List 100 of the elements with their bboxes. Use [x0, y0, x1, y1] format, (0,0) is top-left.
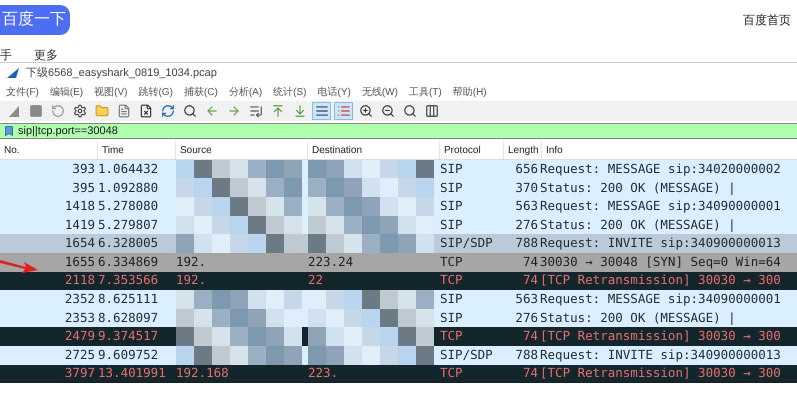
packet-row[interactable]: 3797 13.401991 192.168 223. TCP 74 [TCP Retransmission] 30030 → 300: [0, 364, 797, 384]
restart-icon: [50, 104, 64, 118]
table-cell: 74: [522, 328, 538, 344]
table-cell-text: Status: 200 OK (MESSAGE) |: [540, 308, 736, 327]
packet-row[interactable]: 1654 6.328005 SIP/SDP 788 Request: INVITE sip:340900000013: [0, 234, 797, 253]
packet-row[interactable]: 2479 9.374517 TCP 74 [TCP Retransmission] 30030 → 300: [0, 327, 797, 346]
right-arrow-icon: [226, 104, 240, 118]
list-icon: [336, 104, 350, 118]
lines-icon: [314, 104, 328, 118]
table-cell-text: 30030 → 30048 [SYN] Seq=0 Win=64: [540, 252, 781, 271]
table-cell: 395: [72, 180, 95, 195]
table-cell-text: 192.: [176, 271, 206, 290]
table-cell: 1419: [64, 216, 95, 232]
table-cell-text: [TCP Retransmission] 30030 → 300: [540, 327, 781, 346]
table-cell-text: Status: 200 OK (MESSAGE) |: [540, 178, 736, 197]
table-cell: SIP/SDP: [440, 346, 493, 362]
table-cell: 393: [72, 160, 95, 176]
table-cell: 74: [522, 272, 538, 288]
table-cell-text: Request: MESSAGE sip:34090000001: [540, 197, 781, 216]
table-cell: 5.278080: [98, 198, 158, 214]
column-header[interactable]: No.: [0, 141, 98, 159]
shark-fin-icon: [6, 67, 20, 79]
toolbar-button[interactable]: [312, 102, 331, 120]
search-icon: [182, 104, 196, 118]
table-cell: SIP: [440, 198, 463, 214]
packet-row[interactable]: 2352 8.625111 SIP 563 Request: MESSAGE sip:34090000001: [0, 290, 797, 309]
home-link[interactable]: 百度首页: [743, 11, 791, 29]
menu-item[interactable]: 跳转(G): [138, 84, 173, 100]
bookmark-icon: [3, 125, 15, 137]
column-header[interactable]: Destination: [308, 141, 440, 159]
menu-item[interactable]: 视图(V): [94, 84, 128, 100]
column-header[interactable]: Source: [176, 141, 308, 159]
left-arrow-icon: [204, 104, 218, 118]
table-cell: TCP: [440, 365, 463, 380]
packet-row[interactable]: 1419 5.279807 SIP 276 Status: 200 OK (MESSAGE) |: [0, 216, 797, 234]
table-cell: 1.064432: [98, 160, 158, 176]
arrow-down-icon: [292, 104, 306, 118]
table-cell-text: Request: MESSAGE sip:34020000002: [540, 160, 781, 178]
columns-icon: [424, 104, 438, 118]
table-cell: 2118: [64, 272, 95, 288]
menu-item[interactable]: 帮助(H): [452, 84, 487, 100]
table-cell-text: Status: 200 OK (MESSAGE) |: [540, 216, 736, 234]
menu-item[interactable]: 统计(S): [273, 84, 306, 100]
close-file-icon: [138, 104, 152, 118]
table-cell: SIP: [440, 291, 463, 306]
table-cell: 1.092880: [98, 180, 158, 195]
zoom-in-icon: [358, 104, 372, 118]
menu-item[interactable]: 文件(F): [6, 84, 39, 100]
menu-item[interactable]: 编辑(E): [50, 84, 84, 100]
packet-row[interactable]: 1655 6.334869 192. 223.24 TCP 74 30030 → 30048 [SYN] Seq=0 Win=64: [0, 252, 797, 272]
packet-row[interactable]: 2725 9.609752 SIP/SDP 788 Request: INVITE sip:340900000013: [0, 346, 797, 365]
table-cell: TCP: [440, 254, 463, 269]
table-cell: SIP: [440, 180, 463, 195]
magnifier-icon: [402, 104, 416, 118]
table-cell-text: 223.24: [308, 252, 354, 271]
column-header[interactable]: Length: [504, 141, 542, 159]
arrow-icon: [0, 258, 40, 274]
menu-item[interactable]: 分析(A): [228, 84, 262, 100]
table-cell: TCP: [440, 328, 463, 344]
settings-icon: [72, 104, 86, 118]
table-cell: 7.353566: [98, 272, 158, 288]
column-header[interactable]: Info: [542, 141, 797, 159]
list-end-icon: [248, 104, 262, 118]
menu-item[interactable]: 工具(T): [408, 84, 442, 100]
shark-fin-icon: [6, 104, 20, 118]
packet-row[interactable]: 395 1.092880 SIP 370 Status: 200 OK (MESSAGE) |: [0, 178, 797, 198]
table-cell-text: 22: [308, 271, 324, 290]
table-cell-text: [TCP Retransmission] 30030 → 300: [540, 271, 781, 290]
menu-item[interactable]: 电话(Y): [318, 84, 351, 100]
table-cell: 13.401991: [98, 365, 166, 380]
search-button[interactable]: 百度一下: [0, 5, 70, 35]
menu-item[interactable]: 捕获(C): [184, 84, 218, 100]
filter-field[interactable]: sip||tcp.port==30048: [0, 123, 797, 139]
table-cell: 2479: [64, 328, 95, 344]
menu-item[interactable]: 无线(W): [362, 84, 398, 100]
window-title: 下级6568_easyshark_0819_1034.pcap: [26, 66, 217, 81]
table-cell-text: Request: MESSAGE sip:34090000001: [540, 290, 781, 308]
zoom-out-icon: [380, 104, 394, 118]
table-cell: 1655: [64, 254, 95, 269]
table-cell-text: 223.: [308, 364, 338, 382]
table-cell: 2352: [64, 291, 95, 306]
table-cell: 276: [515, 216, 538, 232]
nav-link[interactable]: 手: [0, 46, 12, 64]
packet-row[interactable]: 2353 8.628097 SIP 276 Status: 200 OK (MESSAGE) |: [0, 308, 797, 328]
nav-link[interactable]: 更多: [34, 46, 58, 64]
column-header[interactable]: Protocol: [440, 141, 504, 159]
table-cell: 1418: [64, 198, 95, 214]
folder-icon: [94, 104, 108, 118]
table-cell: SIP: [440, 310, 463, 325]
table-cell: 370: [515, 180, 538, 195]
packet-row[interactable]: 1418 5.278080 SIP 563 Request: MESSAGE sip:34090000001: [0, 197, 797, 216]
table-cell: TCP: [440, 272, 463, 288]
table-cell: 8.625111: [98, 291, 158, 306]
table-cell-text: Request: INVITE sip:340900000013: [540, 234, 781, 252]
packet-row[interactable]: 2118 7.353566 192. 22 TCP 74 [TCP Retransmission] 30030 → 300: [0, 272, 797, 290]
table-cell: 9.374517: [98, 328, 158, 344]
table-cell: 6.328005: [98, 235, 158, 250]
column-header[interactable]: Time: [98, 141, 176, 159]
packet-row[interactable]: 393 1.064432 SIP 656 Request: MESSAGE sip:34020000002: [0, 160, 797, 179]
table-cell: SIP/SDP: [440, 235, 493, 250]
